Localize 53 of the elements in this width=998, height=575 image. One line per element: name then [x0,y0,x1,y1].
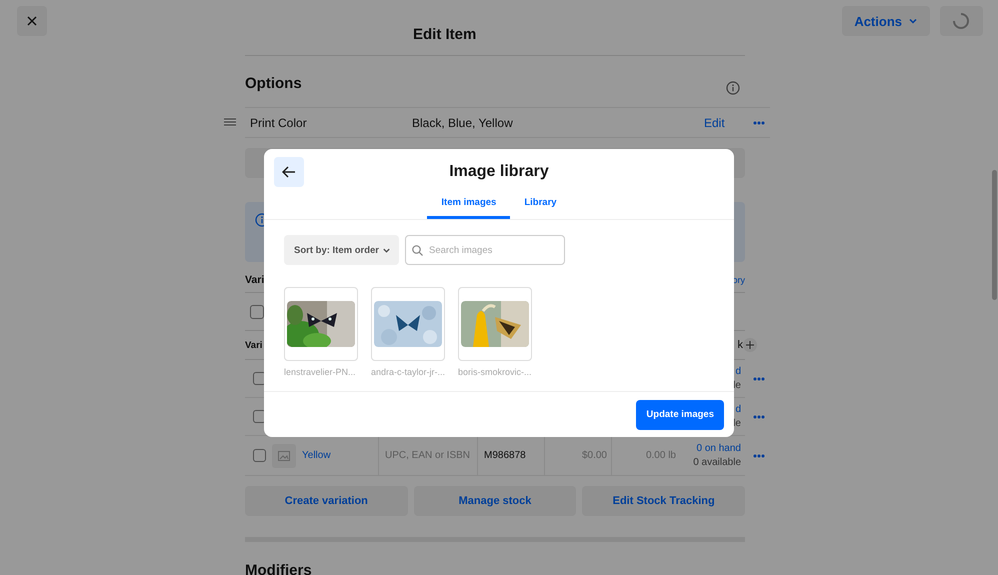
option-name: Print Color [249,116,308,130]
action-button[interactable]: Edit Stock Tracking [582,486,745,516]
search-field[interactable]: Search images [405,235,565,265]
tab[interactable]: Item images [427,193,510,219]
drag-handle-icon[interactable] [224,118,236,126]
add-icon[interactable] [743,338,757,352]
price-text: $0.00 [582,450,607,461]
sort-button[interactable]: Sort by: Item order [284,235,399,265]
loading-button[interactable] [940,6,983,36]
chevron-down-icon [908,16,918,26]
info-icon [726,81,740,95]
actions-button[interactable]: Actions [842,6,930,36]
image-placeholder-icon [272,444,296,468]
action-button[interactable]: Create variation [245,486,408,516]
edit-link[interactable]: Edit [704,116,745,130]
tab[interactable]: Library [510,193,571,219]
stock-available-text: 0 available [693,457,741,468]
section-heading: Modifiers [245,562,313,575]
action-button[interactable]: Manage stock [414,486,576,516]
more-icon[interactable] [753,120,765,124]
weight-text: 0.00 lb [646,450,676,461]
section-heading: Options [245,75,302,94]
column-header: k [738,339,743,351]
update-images-button[interactable]: Update images [636,400,724,430]
checkbox[interactable] [253,449,266,462]
more-icon[interactable] [753,377,765,381]
stock-on-hand-link[interactable]: d [735,366,741,377]
section-heading: Vari [245,274,264,286]
stock-available-text: le [733,380,741,391]
spinner-icon [952,12,970,30]
image-caption: boris-smokrovic-... [458,367,533,377]
close-button[interactable] [17,6,47,36]
variation-name[interactable]: Yellow [302,450,331,461]
sku-text: M986878 [484,450,526,461]
page-title: Edit Item [412,26,476,43]
column-header: Vari [245,340,262,350]
image-card[interactable] [284,287,358,361]
stock-available-text: le [733,418,741,429]
scrollbar[interactable] [992,170,997,300]
chevron-down-icon [382,246,391,254]
image-caption: lenstravelier-PN... [284,367,357,377]
more-icon[interactable] [753,415,765,419]
stock-on-hand-link[interactable]: 0 on hand [696,443,741,454]
stock-on-hand-link[interactable]: d [735,404,741,415]
more-icon[interactable] [753,454,765,458]
back-arrow-icon [282,166,296,178]
close-icon [27,16,37,26]
back-button[interactable] [274,157,304,187]
checkbox[interactable] [250,304,264,318]
image-card[interactable] [371,287,445,361]
image-caption: andra-c-taylor-jr-... [371,367,446,377]
option-values: Black, Blue, Yellow [412,116,514,130]
dialog-title: Image library [449,163,549,181]
